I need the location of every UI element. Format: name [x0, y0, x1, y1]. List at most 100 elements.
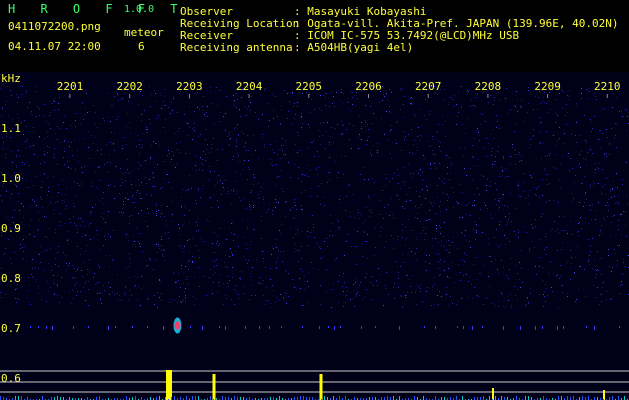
noise-speck	[95, 112, 96, 113]
noise-speck	[12, 217, 13, 218]
echo-noise	[612, 396, 613, 400]
noise-speck	[518, 182, 519, 183]
noise-speck	[273, 248, 274, 249]
noise-speck	[590, 149, 591, 150]
y-tick-label: 1.1	[1, 122, 21, 135]
noise-speck	[383, 190, 384, 191]
noise-speck	[203, 185, 204, 186]
noise-speck	[362, 299, 363, 300]
noise-speck	[618, 220, 619, 221]
noise-speck	[493, 130, 494, 131]
noise-speck	[597, 251, 598, 252]
echo-noise	[279, 396, 280, 400]
noise-speck	[183, 189, 184, 190]
tone-speck	[38, 326, 39, 328]
noise-speck	[591, 131, 592, 132]
noise-speck	[423, 230, 424, 231]
noise-speck	[93, 277, 94, 278]
noise-speck	[384, 247, 385, 248]
noise-speck	[552, 291, 553, 292]
noise-speck	[329, 180, 330, 181]
noise-speck	[435, 166, 436, 167]
noise-speck	[285, 292, 286, 293]
noise-speck	[486, 190, 487, 191]
noise-speck	[376, 280, 377, 281]
noise-speck	[530, 139, 531, 140]
noise-speck	[539, 197, 540, 198]
noise-speck	[581, 88, 582, 89]
noise-speck	[599, 130, 600, 131]
noise-speck	[300, 288, 301, 289]
noise-speck	[286, 293, 287, 294]
noise-speck	[51, 270, 52, 271]
noise-speck	[194, 277, 195, 278]
noise-speck	[400, 295, 401, 296]
noise-speck	[524, 226, 525, 227]
noise-speck	[503, 306, 504, 307]
noise-speck	[397, 169, 398, 170]
noise-speck	[16, 288, 17, 289]
noise-speck	[518, 232, 519, 233]
noise-speck	[236, 139, 237, 140]
noise-speck	[391, 198, 392, 199]
noise-speck	[543, 97, 544, 98]
noise-speck	[109, 171, 110, 172]
noise-speck	[135, 246, 136, 247]
noise-speck	[123, 213, 124, 214]
noise-speck	[368, 136, 369, 137]
noise-speck	[34, 236, 35, 237]
noise-speck	[20, 86, 21, 87]
noise-speck	[193, 296, 194, 297]
noise-speck	[370, 106, 371, 107]
noise-speck	[367, 234, 368, 235]
noise-speck	[538, 131, 539, 132]
noise-speck	[84, 114, 85, 115]
noise-speck	[158, 244, 159, 245]
noise-speck	[606, 205, 607, 206]
noise-speck	[590, 186, 591, 187]
noise-speck	[259, 283, 260, 284]
noise-speck	[3, 254, 4, 255]
noise-speck	[342, 125, 343, 126]
noise-speck	[140, 198, 141, 199]
noise-speck	[373, 113, 374, 114]
noise-speck	[57, 285, 58, 286]
noise-speck	[520, 287, 521, 288]
noise-speck	[601, 258, 602, 259]
noise-speck	[300, 268, 301, 269]
noise-speck	[595, 163, 596, 164]
noise-speck	[607, 291, 608, 292]
noise-speck	[12, 118, 13, 119]
noise-speck	[99, 166, 100, 167]
noise-speck	[594, 183, 595, 184]
noise-speck	[36, 205, 37, 206]
noise-speck	[466, 205, 467, 206]
noise-speck	[371, 209, 372, 210]
noise-speck	[121, 300, 122, 301]
noise-speck	[384, 96, 385, 97]
noise-speck	[404, 139, 405, 140]
noise-speck	[265, 88, 266, 89]
noise-speck	[356, 294, 357, 295]
noise-speck	[411, 104, 412, 105]
noise-speck	[276, 262, 277, 263]
noise-speck	[51, 203, 52, 204]
x-tick-label: 2209	[534, 80, 561, 93]
noise-speck	[82, 276, 83, 277]
noise-speck	[430, 146, 431, 147]
noise-speck	[199, 250, 200, 251]
noise-speck	[321, 183, 322, 184]
noise-speck	[175, 282, 176, 283]
noise-speck	[440, 227, 441, 228]
noise-speck	[616, 202, 617, 203]
noise-speck	[189, 106, 190, 107]
noise-speck	[415, 116, 416, 117]
noise-speck	[91, 182, 92, 183]
noise-speck	[187, 123, 188, 124]
noise-speck	[75, 277, 76, 278]
noise-speck	[173, 98, 174, 99]
noise-speck	[77, 246, 78, 247]
noise-speck	[31, 219, 32, 220]
noise-speck	[452, 242, 453, 243]
noise-speck	[410, 98, 411, 99]
